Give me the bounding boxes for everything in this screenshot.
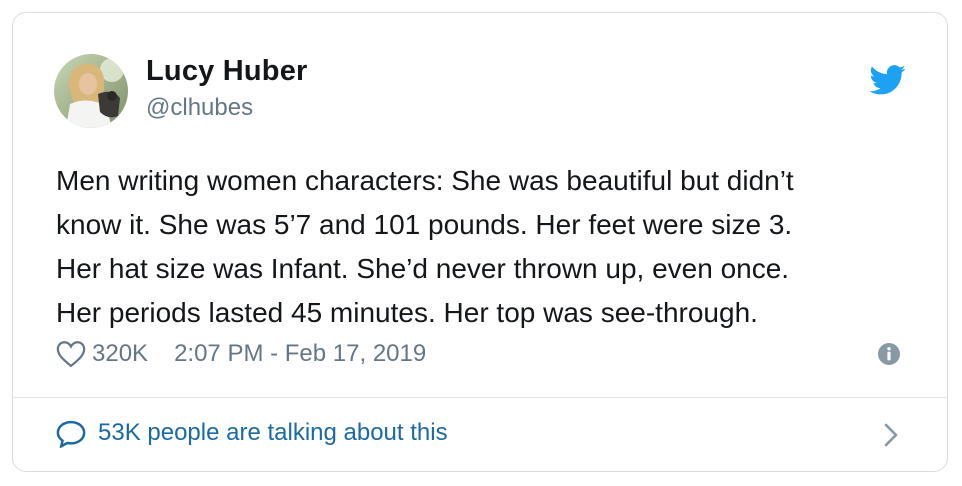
conversation-count-text: 53K people are talking about this <box>98 419 448 446</box>
speech-bubble-icon <box>56 420 86 448</box>
tweet-card: Lucy Huber @clhubes Men writing women ch… <box>12 12 948 472</box>
tweet-line: know it. She was 5’7 and 101 pounds. Her… <box>56 209 793 240</box>
tweet-line: Her periods lasted 45 minutes. Her top w… <box>56 297 758 328</box>
chevron-right-icon <box>884 423 898 447</box>
avatar-photo <box>54 54 128 128</box>
tweet-line: Her hat size was Infant. She’d never thr… <box>56 253 790 284</box>
tweet-line: Men writing women characters: She was be… <box>56 165 794 196</box>
like-count[interactable]: 320K <box>92 340 148 368</box>
tweet-meta: 320K 2:07 PM - Feb 17, 2019 <box>56 339 426 369</box>
display-name[interactable]: Lucy Huber <box>146 55 308 88</box>
heart-icon[interactable] <box>56 340 86 368</box>
info-icon[interactable] <box>877 342 901 366</box>
timestamp-link[interactable]: 2:07 PM - Feb 17, 2019 <box>174 340 426 368</box>
user-handle[interactable]: @clhubes <box>146 94 253 122</box>
avatar[interactable] <box>54 54 128 128</box>
conversation-link[interactable]: 53K people are talking about this <box>13 398 947 472</box>
twitter-bird-icon[interactable] <box>870 65 906 95</box>
tweet-text: Men writing women characters: She was be… <box>56 159 926 335</box>
